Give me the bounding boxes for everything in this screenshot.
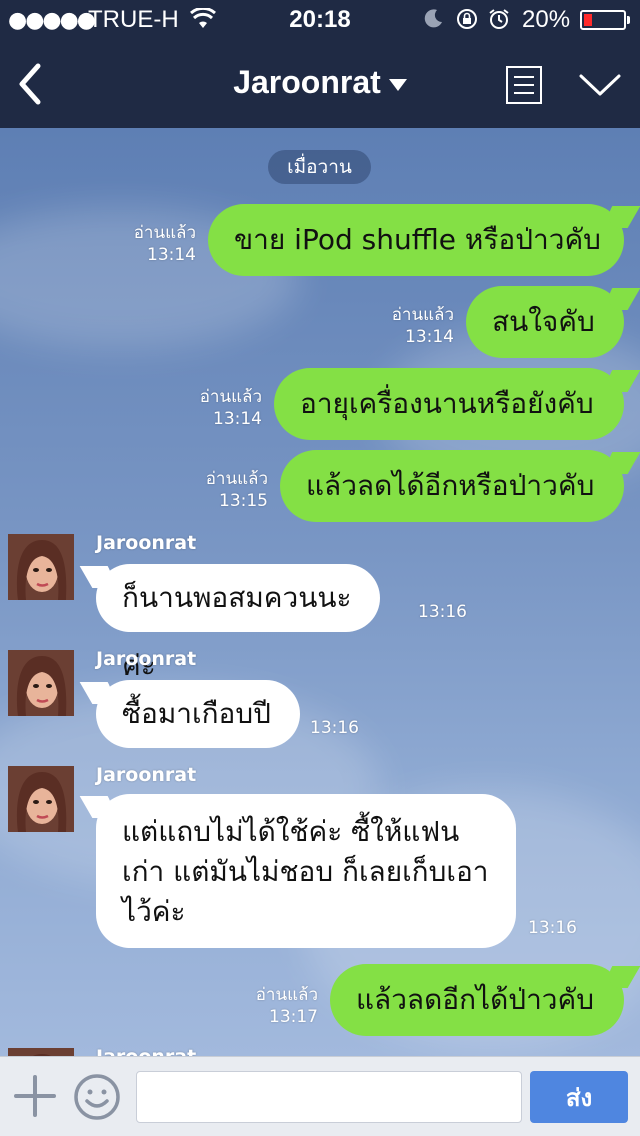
message-meta: อ่านแล้ว 13:15: [192, 468, 268, 512]
incoming-message-bubble[interactable]: ก็นานพอสมควนนะค่ะ: [79, 564, 380, 682]
avatar-photo: [8, 766, 74, 832]
message-text-line: แต่แถบไม่ได้ใช้ค่ะ ซื้ให้แฟน: [122, 815, 460, 848]
message-time: 13:16: [528, 918, 577, 938]
message-meta: อ่านแล้ว 13:17: [242, 984, 318, 1028]
battery-icon: [580, 10, 630, 30]
message-time: 13:14: [147, 245, 196, 265]
message-text-line: ไว้ค่ะ: [122, 895, 186, 928]
message-meta: อ่านแล้ว 13:14: [120, 222, 196, 266]
collapse-chevron-icon[interactable]: [578, 72, 622, 98]
outgoing-message-bubble[interactable]: แล้วลดได้อีกหรือป่าวคับ: [280, 450, 640, 522]
message-text: แล้วลดได้อีกหรือป่าวคับ: [306, 469, 595, 502]
message-text-line: เก่า แต่มันไม่ชอบ ก็เลยเก็บเอา: [122, 855, 489, 888]
contact-avatar[interactable]: [8, 1048, 74, 1056]
message-composer: ส่ง: [0, 1056, 640, 1136]
read-receipt: อ่านแล้ว: [255, 985, 318, 1005]
outgoing-message-bubble[interactable]: ขาย iPod shuffle หรือป่าวคับ: [208, 204, 640, 276]
message-text: อายุเครื่องนานหรือยังคับ: [300, 387, 594, 420]
contact-avatar[interactable]: [8, 766, 74, 832]
read-receipt: อ่านแล้ว: [391, 305, 454, 325]
message-text: สนใจคับ: [492, 305, 595, 338]
bubble-tail: [599, 288, 640, 310]
bubble-tail: [599, 452, 640, 474]
send-button[interactable]: ส่ง: [530, 1071, 628, 1123]
message-input[interactable]: [136, 1071, 522, 1123]
incoming-message-bubble[interactable]: แต่แถบไม่ได้ใช้ค่ะ ซื้ให้แฟน เก่า แต่มัน…: [79, 794, 516, 948]
chat-area[interactable]: เมื่อวาน อ่านแล้ว 13:14 ขาย iPod shuffle…: [0, 128, 640, 1056]
message-meta: อ่านแล้ว 13:14: [186, 386, 262, 430]
battery-level: [584, 14, 592, 26]
contact-avatar[interactable]: [8, 650, 74, 716]
notes-icon[interactable]: [506, 66, 542, 104]
message-time: 13:16: [310, 718, 359, 738]
bubble-tail: [79, 566, 121, 588]
message-time: 13:15: [219, 491, 268, 511]
bubble-tail: [599, 206, 640, 228]
message-text: ซื้อมาเกือบปี: [122, 697, 271, 730]
sender-name: Jaroonrat: [96, 648, 197, 670]
outgoing-message-bubble[interactable]: สนใจคับ: [466, 286, 640, 358]
avatar-photo: [8, 650, 74, 716]
outgoing-message-bubble[interactable]: แล้วลดอีกได้ป่าวคับ: [330, 964, 640, 1036]
chat-title[interactable]: Jaroonrat: [0, 64, 640, 101]
avatar-photo: [8, 534, 74, 600]
incoming-message-bubble[interactable]: ซื้อมาเกือบปี: [79, 680, 300, 748]
do-not-disturb-icon: [424, 9, 442, 28]
read-receipt: อ่านแล้ว: [133, 223, 196, 243]
message-meta: อ่านแล้ว 13:14: [378, 304, 454, 348]
date-separator: เมื่อวาน: [268, 150, 371, 184]
sender-name: Jaroonrat: [96, 532, 197, 554]
sender-name: Jaroonrat: [96, 764, 197, 786]
rotation-lock-icon: [457, 9, 477, 29]
emoji-icon[interactable]: [73, 1073, 121, 1121]
chat-title-text: Jaroonrat: [233, 64, 381, 100]
avatar-photo: [8, 1048, 74, 1056]
message-time: 13:14: [405, 327, 454, 347]
battery-percent: 20%: [522, 6, 571, 33]
sender-name: Jaroonrat: [96, 1046, 196, 1056]
message-time: 13:16: [418, 602, 467, 622]
message-time: 13:14: [213, 409, 262, 429]
chat-header: Jaroonrat: [0, 40, 640, 128]
contact-avatar[interactable]: [8, 534, 74, 600]
message-time: 13:17: [269, 1007, 318, 1027]
status-bar: ●●●●● TRUE-H 20:18 20%: [0, 0, 640, 40]
dropdown-caret-icon: [388, 78, 407, 91]
outgoing-message-bubble[interactable]: อายุเครื่องนานหรือยังคับ: [274, 368, 640, 440]
read-receipt: อ่านแล้ว: [205, 469, 268, 489]
plus-icon[interactable]: [14, 1075, 56, 1117]
read-receipt: อ่านแล้ว: [199, 387, 262, 407]
message-text: ขาย iPod shuffle หรือป่าวคับ: [234, 223, 601, 256]
alarm-icon: [489, 9, 509, 29]
message-text: แล้วลดอีกได้ป่าวคับ: [356, 983, 595, 1016]
